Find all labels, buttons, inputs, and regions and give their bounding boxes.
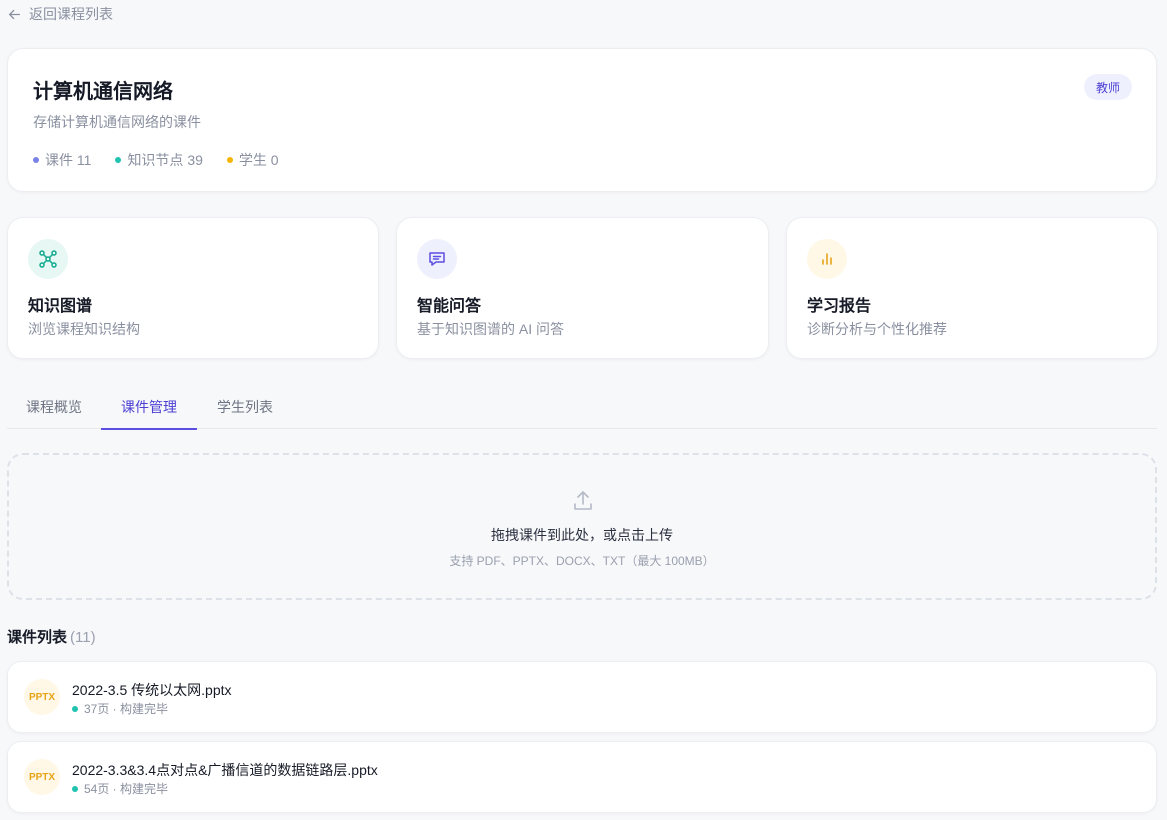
status-dot — [72, 705, 78, 712]
feature-card-knowledge-graph[interactable]: 知识图谱 浏览课程知识结构 — [7, 217, 379, 359]
stat-knowledge-nodes: 知识节点 39 — [115, 150, 203, 170]
courseware-list-header: 课件列表 (11) — [7, 626, 96, 647]
file-meta: 54页 · 构建完毕 — [72, 780, 168, 797]
upload-icon — [574, 491, 592, 510]
list-count: (11) — [70, 629, 96, 646]
graph-icon — [39, 250, 57, 268]
role-badge: 教师 — [1083, 74, 1132, 100]
feature-description: 基于知识图谱的 AI 问答 — [417, 321, 565, 337]
course-info-card: 计算机通信网络 存储计算机通信网络的课件 课件 11 知识节点 39 学生 0 … — [7, 48, 1157, 192]
file-meta: 37页 · 构建完毕 — [72, 700, 168, 717]
upload-dropzone[interactable]: 拖拽课件到此处，或点击上传 支持 PDF、PPTX、DOCX、TXT（最大 10… — [7, 453, 1157, 600]
list-title: 课件列表 — [7, 629, 68, 646]
stat-dot — [33, 157, 39, 163]
upload-title: 拖拽课件到此处，或点击上传 — [491, 527, 673, 543]
pptx-file-icon: PPTX — [24, 679, 60, 715]
stat-courseware: 课件 11 — [33, 150, 91, 170]
status-dot — [72, 785, 78, 792]
feature-description: 诊断分析与个性化推荐 — [807, 321, 947, 337]
file-name: 2022-3.3&3.4点对点&广播信道的数据链路层.pptx — [72, 762, 378, 778]
tab-student-list[interactable]: 学生列表 — [197, 384, 293, 429]
upload-hint: 支持 PDF、PPTX、DOCX、TXT（最大 100MB） — [449, 554, 715, 568]
tab-courseware-management[interactable]: 课件管理 — [101, 384, 197, 430]
feature-title: 学习报告 — [807, 298, 872, 315]
stat-label: 课件 11 — [45, 152, 92, 168]
feature-card-learning-report[interactable]: 学习报告 诊断分析与个性化推荐 — [786, 217, 1158, 359]
file-row[interactable]: PPTX 2022-3.5 传统以太网.pptx 37页 · 构建完毕 — [7, 661, 1157, 733]
feature-icon-wrap — [417, 239, 457, 279]
file-meta-text: 54页 · 构建完毕 — [84, 782, 169, 796]
file-name: 2022-3.5 传统以太网.pptx — [72, 682, 232, 698]
back-label: 返回课程列表 — [29, 6, 113, 22]
stat-dot — [115, 157, 122, 163]
arrow-left-icon — [8, 9, 21, 19]
chat-icon — [429, 252, 445, 266]
feature-icon-wrap — [807, 239, 847, 279]
file-row[interactable]: PPTX 2022-3.3&3.4点对点&广播信道的数据链路层.pptx 54页… — [7, 741, 1157, 813]
stat-label: 知识节点 39 — [127, 152, 203, 168]
stat-label: 学生 0 — [238, 152, 279, 168]
course-stats: 课件 11 知识节点 39 学生 0 — [33, 150, 279, 170]
tab-course-overview[interactable]: 课程概览 — [7, 384, 101, 429]
feature-icon-wrap — [28, 239, 68, 279]
feature-description: 浏览课程知识结构 — [28, 321, 140, 337]
pptx-file-icon: PPTX — [24, 759, 60, 795]
feature-title: 知识图谱 — [28, 298, 93, 315]
feature-card-ai-qa[interactable]: 智能问答 基于知识图谱的 AI 问答 — [396, 217, 769, 359]
file-meta-text: 37页 · 构建完毕 — [84, 702, 169, 716]
course-description: 存储计算机通信网络的课件 — [33, 114, 201, 130]
stat-students: 学生 0 — [226, 150, 279, 170]
back-to-course-list-link[interactable]: 返回课程列表 — [8, 4, 113, 24]
course-title: 计算机通信网络 — [33, 81, 173, 103]
bar-chart-icon — [822, 253, 832, 265]
tab-bar: 课程概览 课件管理 学生列表 — [7, 384, 1157, 430]
stat-dot — [226, 157, 233, 163]
feature-title: 智能问答 — [417, 298, 482, 315]
